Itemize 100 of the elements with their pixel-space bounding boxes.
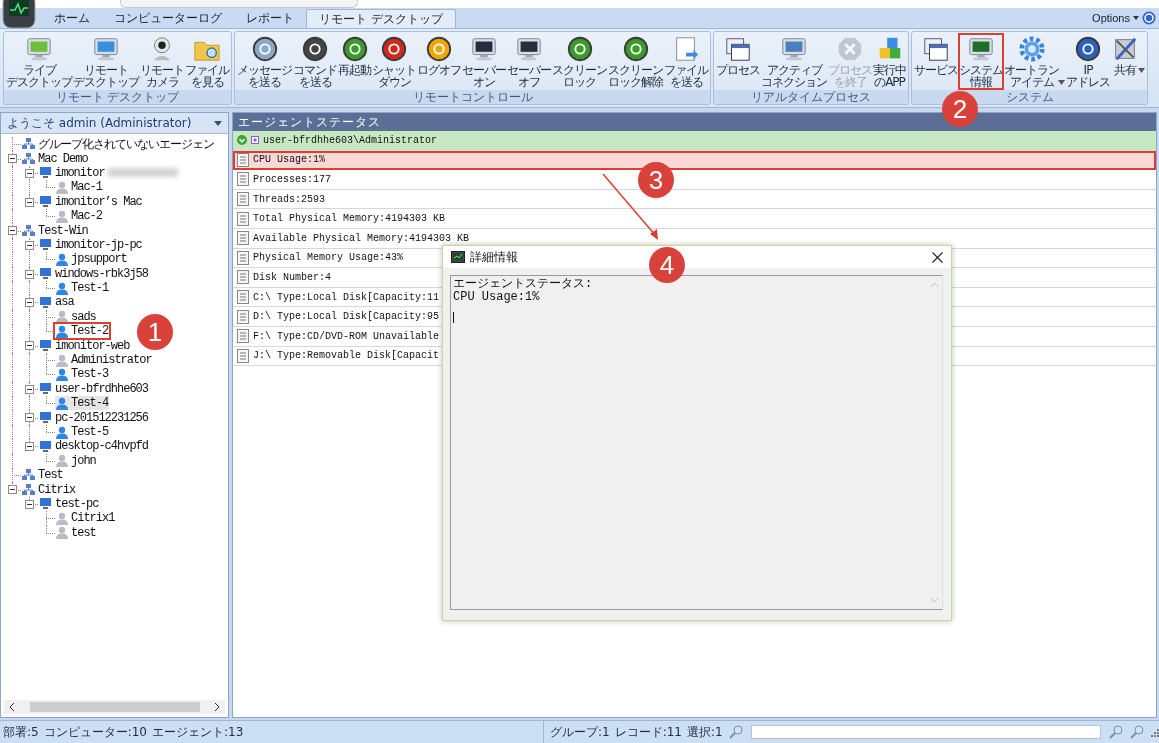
tree-item[interactable]: windows-rbk3j58 — [38, 266, 150, 281]
ribbon-button[interactable]: スクリーン ロック解除 — [608, 34, 663, 89]
collapse-toggle[interactable] — [25, 197, 34, 207]
ribbon-button[interactable]: ログオフ — [417, 34, 461, 77]
ribbon-button[interactable]: アクティブ コネクション — [761, 34, 827, 89]
collapse-toggle[interactable] — [25, 269, 34, 279]
document-icon — [237, 152, 249, 167]
tree-item[interactable]: sads — [55, 309, 97, 324]
online-status-icon — [237, 135, 247, 146]
ribbon-button[interactable]: セーバー オン — [462, 34, 506, 89]
tree-item[interactable]: user-bfrdhhe603 — [38, 381, 150, 396]
ribbon-button[interactable]: リモート カメラ — [140, 34, 184, 89]
tree-item[interactable]: imonitor — [38, 165, 106, 180]
tree-item[interactable]: Citrix1 — [55, 511, 116, 526]
collapse-toggle[interactable] — [25, 499, 34, 509]
ribbon-button[interactable]: ファイル を見る — [185, 34, 229, 89]
document-icon — [237, 270, 249, 285]
tree-item[interactable]: Mac-1 — [55, 180, 103, 195]
tree-item[interactable]: Administrator — [55, 353, 153, 368]
tree-item[interactable]: jpsupport — [55, 252, 128, 267]
ribbon-button[interactable]: リモート デスクトップ — [73, 34, 139, 89]
tree-item[interactable]: imonitor-jp-pc — [38, 237, 143, 252]
ribbon-button[interactable]: 実行中 のAPP — [873, 34, 906, 89]
tree-item[interactable]: Test-Win — [21, 223, 89, 238]
computer-icon — [39, 339, 52, 353]
collapse-toggle[interactable] — [25, 384, 34, 394]
tree-item[interactable]: Test-3 — [55, 367, 110, 382]
ribbon-tab[interactable]: ホーム — [42, 9, 102, 28]
ribbon-button[interactable]: ファイル を送る — [664, 34, 708, 89]
text-area[interactable]: エージェントステータス: CPU Usage:1% — [450, 275, 943, 610]
zoom-icon[interactable] — [1129, 725, 1145, 739]
tree-item[interactable]: Mac-2 — [55, 209, 103, 224]
status-text: コンピューター:10 — [43, 723, 147, 741]
gear-icon — [1017, 35, 1046, 63]
ribbon-tab[interactable]: リモート デスクトップ — [306, 9, 456, 28]
computer-icon — [39, 267, 52, 281]
close-icon[interactable] — [932, 251, 943, 263]
tree-item[interactable]: Test-1 — [55, 281, 110, 296]
computer-icon — [39, 238, 52, 252]
scroll-right-icon[interactable] — [214, 703, 220, 711]
monitor-icon — [25, 35, 53, 63]
search-field[interactable] — [750, 725, 1101, 739]
screensaver-icon — [470, 35, 498, 63]
computer-icon — [39, 195, 52, 209]
help-icon[interactable] — [1142, 11, 1156, 25]
screen-icon — [92, 35, 120, 63]
ribbon-button[interactable]: IP アドレス — [1066, 34, 1110, 89]
square-icon — [251, 136, 259, 145]
tree-item[interactable]: asa — [38, 295, 75, 310]
collapse-toggle[interactable] — [25, 168, 34, 178]
ribbon-button[interactable]: プロセス — [716, 34, 760, 77]
tree-item[interactable]: Citrix — [21, 482, 77, 497]
ribbon-button[interactable]: スクリーン ロック — [552, 34, 607, 89]
collapse-toggle[interactable] — [8, 485, 17, 495]
collapse-toggle[interactable] — [25, 341, 34, 351]
document-icon — [237, 309, 249, 324]
tree-item[interactable]: Test-2 — [55, 324, 110, 339]
ribbon-button[interactable]: コマンド を送る — [293, 34, 337, 89]
collapse-toggle[interactable] — [25, 442, 34, 452]
search-icon[interactable] — [727, 725, 744, 739]
ribbon-button[interactable]: 共有 — [1111, 34, 1145, 77]
app-logo-icon[interactable] — [0, 0, 38, 30]
options-menu[interactable]: Options — [1092, 12, 1130, 24]
status-row[interactable]: user-bfrdhhe603\Administrator — [233, 131, 1156, 151]
tree-item[interactable]: test — [55, 525, 97, 540]
ribbon-button[interactable]: シャット ダウン — [372, 34, 416, 89]
caret-icon[interactable] — [214, 120, 222, 126]
ribbon-tab[interactable]: レポート — [234, 9, 306, 28]
document-icon — [237, 329, 249, 344]
tree-item[interactable]: Test-4 — [55, 396, 110, 411]
ribbon-button[interactable]: サービス — [914, 34, 958, 77]
scroll-left-icon[interactable] — [9, 703, 15, 711]
collapse-toggle[interactable] — [25, 240, 34, 250]
zoom-icon[interactable] — [1108, 725, 1124, 739]
collapse-toggle[interactable] — [25, 298, 34, 308]
horizontal-scrollbar[interactable] — [4, 700, 225, 714]
tree-item[interactable]: desktop-c4hvpfd — [38, 439, 150, 454]
ribbon-button[interactable]: オートラン アイテム — [1004, 34, 1065, 89]
ribbon-button[interactable]: ライブ デスクトップ — [6, 34, 72, 89]
tree-item[interactable]: test-pc — [38, 496, 100, 511]
panel-title: ようこそ admin (Administrator) — [7, 114, 192, 132]
collapse-toggle[interactable] — [8, 154, 17, 164]
status-text: エージェント:13 — [152, 723, 244, 741]
ribbon-button[interactable]: セーバー オフ — [507, 34, 551, 89]
tree-item[interactable]: imonitor’s Mac — [38, 194, 143, 209]
ribbon-button[interactable]: メッセージ を送る — [237, 34, 292, 89]
tree-item[interactable]: Mac Demo — [21, 151, 89, 166]
tree-item[interactable]: imonitor-web — [38, 338, 131, 353]
tree-item[interactable]: グループ化されていないエージェン — [21, 135, 215, 153]
tree-item[interactable]: Test-5 — [55, 425, 110, 439]
ribbon-button[interactable]: 再起動 — [338, 34, 371, 77]
status-row[interactable]: Total Physical Memory:4194303 KB — [233, 209, 1156, 229]
tree-item[interactable]: john — [55, 453, 97, 468]
resize-grip-icon[interactable] — [1150, 727, 1159, 737]
tree-item[interactable]: pc-201512231256 — [38, 410, 150, 425]
tree-item[interactable]: Test — [21, 468, 64, 483]
collapse-toggle[interactable] — [25, 413, 34, 423]
status-text: 選択:1 — [687, 723, 723, 741]
collapse-toggle[interactable] — [8, 226, 17, 236]
ribbon-tab[interactable]: コンピューターログ — [102, 9, 234, 28]
